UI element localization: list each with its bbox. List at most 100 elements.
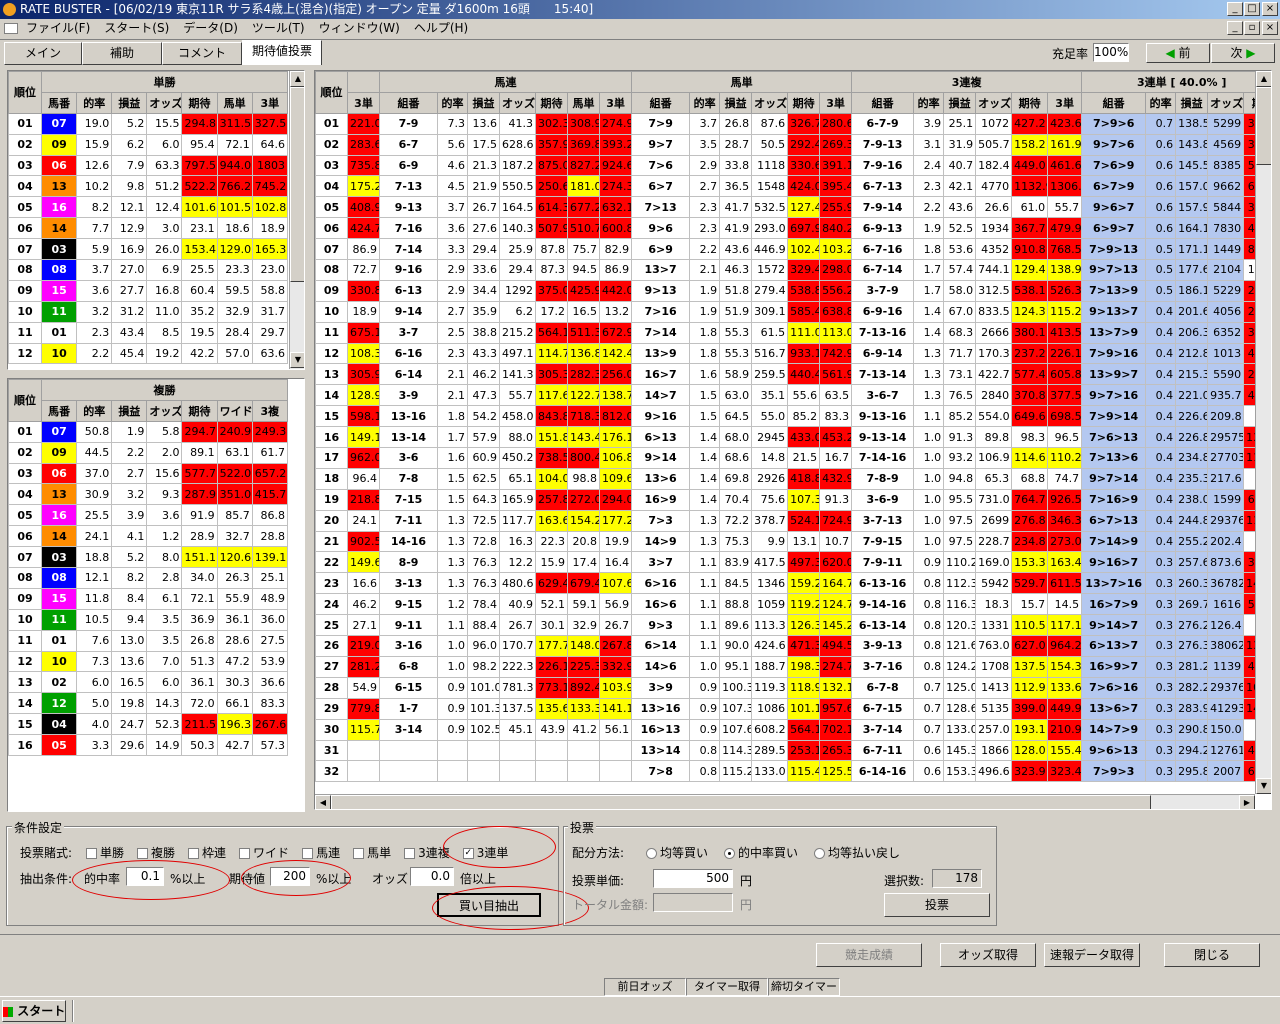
table-row[interactable]: 13 305.9 6-14 2.1 46.2 141.3 305.3 282.3 256.0 16… — [315, 363, 1271, 386]
table-row[interactable]: 18 96.4 7-8 1.5 62.5 65.1 104.0 98.8 109.6 13>6 1.… — [315, 467, 1271, 490]
table-row[interactable]: 02 283.6 6-7 5.6 17.5 628.6 357.9 369.8 393.2 9>7… — [315, 133, 1271, 156]
get-odds-button[interactable]: オッズ取得 — [940, 943, 1036, 967]
table-row[interactable]: 27 281.2 6-8 1.0 98.2 222.3 226.1 225.3 332.9 14>… — [315, 655, 1271, 678]
table-row[interactable]: 01 221.0 7-9 7.3 13.6 41.3 302.3 308.9 274.9 7>9 3… — [315, 112, 1271, 135]
table-row[interactable]: 11 675.1 3-7 2.5 38.8 215.2 564.1 511.3 672.9 7>1… — [315, 321, 1271, 344]
scroll-down-button[interactable]: ▼ — [290, 352, 304, 368]
table-row[interactable]: 12 10 2.2 45.4 19.2 42.2 57.0 63.6 — [8, 342, 289, 365]
close-window-button[interactable]: 閉じる — [1164, 943, 1260, 967]
maximize-button[interactable]: □ — [1244, 2, 1260, 16]
method-radio-0[interactable]: 均等買い — [646, 846, 708, 860]
table-row[interactable]: 09 15 3.6 27.7 16.8 60.4 59.5 58.8 — [8, 279, 289, 302]
table-row[interactable]: 22 149.6 8-9 1.3 76.3 12.2 15.9 17.4 16.4 3>7 1.1 8… — [315, 551, 1271, 574]
table-row[interactable]: 06 424.7 7-16 3.6 27.6 140.3 507.9 510.7 600.8 9>… — [315, 217, 1271, 240]
table-row[interactable]: 07 03 5.9 16.9 26.0 153.4 129.0 165.3 — [8, 238, 289, 261]
main-scroll-thumb[interactable] — [1256, 87, 1271, 165]
table-row[interactable]: 08 72.7 9-16 2.9 33.6 29.4 87.3 94.5 86.9 13>7 2.1… — [315, 259, 1271, 281]
menu-item-2[interactable]: データ(D) — [183, 21, 238, 35]
menu-item-0[interactable]: ファイル(F) — [26, 21, 90, 35]
bet-checkbox-4[interactable]: 馬連 — [302, 846, 340, 860]
table-row[interactable]: 08 08 12.1 8.2 2.8 34.0 26.3 25.1 — [8, 567, 289, 589]
table-row[interactable]: 16 149.1 13-14 1.7 57.9 88.0 151.8 143.4 176.1 6>… — [315, 426, 1271, 449]
table-row[interactable]: 14 128.9 3-9 2.1 47.3 55.7 117.6 122.7 138.7 14>7… — [315, 384, 1271, 407]
table-row[interactable]: 10 18.9 9-14 2.7 35.9 6.2 17.2 16.5 13.2 7>16 1.9 5… — [315, 300, 1271, 323]
table-row[interactable]: 03 06 12.6 7.9 63.3 797.5 944.0 1803 — [8, 154, 289, 177]
table-row[interactable]: 06 14 24.1 4.1 1.2 28.9 32.7 28.8 — [8, 525, 289, 548]
vote-button[interactable]: 投票 — [884, 893, 990, 917]
method-radio-1[interactable]: 的中率買い — [724, 846, 798, 860]
bet-checkbox-0[interactable]: 単勝 — [86, 846, 124, 860]
table-row[interactable]: 07 03 18.8 5.2 8.0 151.1 120.6 139.1 — [8, 546, 289, 569]
table-row[interactable]: 12 10 7.3 13.6 7.0 51.3 47.2 53.9 — [8, 650, 289, 673]
table-row[interactable]: 10 11 3.2 31.2 11.0 35.2 32.9 31.7 — [8, 300, 289, 323]
main-scroll-right-button[interactable]: ▶ — [1239, 795, 1255, 809]
mdi-minimize-button[interactable]: _ — [1227, 21, 1243, 35]
table-row[interactable]: 06 14 7.7 12.9 3.0 23.1 18.6 18.9 — [8, 217, 289, 240]
close-button[interactable]: × — [1262, 2, 1278, 16]
minimize-button[interactable]: _ — [1227, 2, 1243, 16]
table-row[interactable]: 15 598.1 13-16 1.8 54.2 458.0 843.8 718.3 812.0 9… — [315, 405, 1271, 428]
table-row[interactable]: 05 16 8.2 12.1 12.4 101.6 101.5 102.8 — [8, 196, 289, 219]
bet-checkbox-2[interactable]: 枠連 — [188, 846, 226, 860]
menu-item-1[interactable]: スタート(S) — [104, 21, 169, 35]
menu-item-3[interactable]: ツール(T) — [252, 21, 305, 35]
table-row[interactable]: 11 01 2.3 43.4 8.5 19.5 28.4 29.7 — [8, 321, 289, 344]
table-row[interactable]: 09 15 11.8 8.4 6.1 72.1 55.9 48.9 — [8, 587, 289, 610]
table-row[interactable]: 08 08 3.7 27.0 6.9 25.5 23.3 23.0 — [8, 259, 289, 281]
table-row[interactable]: 11 01 7.6 13.0 3.5 26.8 28.6 27.5 — [8, 629, 289, 652]
table-row[interactable]: 29 779.8 1-7 0.9 101.3 137.5 135.6 133.3 141.1 13… — [315, 697, 1271, 720]
table-row[interactable]: 26 219.0 3-16 1.0 96.0 170.7 177.7 148.0 267.8 6>… — [315, 635, 1271, 657]
table-row[interactable]: 07 86.9 7-14 3.3 29.4 25.9 87.8 75.7 82.9 6>9 2.2 4… — [315, 238, 1271, 261]
menu-item-5[interactable]: ヘルプ(H) — [414, 21, 468, 35]
table-row[interactable]: 20 24.1 7-11 1.3 72.5 117.7 163.6 154.2 177.2 7>3… — [315, 509, 1271, 532]
table-row[interactable]: 09 330.8 6-13 2.9 34.4 1292 375.0 425.9 442.0 9>1… — [315, 279, 1271, 302]
scroll-up-button[interactable]: ▲ — [290, 71, 304, 87]
table-row[interactable]: 02 09 15.9 6.2 6.0 95.4 72.1 64.6 — [8, 133, 289, 156]
table-row[interactable]: 21 902.5 14-16 1.3 72.8 16.3 22.3 20.8 19.9 14>9 1… — [315, 530, 1271, 553]
table-row[interactable]: 04 13 30.9 3.2 9.3 287.9 351.0 415.7 — [8, 483, 289, 506]
table-row[interactable]: 04 175.2 7-13 4.5 21.9 550.5 250.6 181.0 274.3 6>… — [315, 175, 1271, 198]
table-row[interactable]: 15 04 4.0 24.7 52.3 211.5 196.3 267.6 — [8, 713, 289, 736]
table-row[interactable]: 01 07 19.0 5.2 15.5 294.8 311.5 327.5 — [8, 112, 289, 135]
fetch-bulletin-button[interactable]: 速報データ取得 — [1044, 943, 1140, 967]
table-row[interactable]: 14 12 5.0 19.8 14.3 72.0 66.1 83.3 — [8, 692, 289, 715]
table-row[interactable]: 01 07 50.8 1.9 5.8 294.7 240.9 249.3 — [8, 420, 289, 443]
odds-input[interactable]: 0.0 — [410, 867, 454, 886]
main-scroll-up-button[interactable]: ▲ — [1256, 71, 1271, 87]
bet-checkbox-3[interactable]: ワイド — [239, 846, 289, 860]
main-scroll-left-button[interactable]: ◀ — [315, 795, 331, 809]
table-row[interactable]: 24 46.2 9-15 1.2 78.4 40.9 52.1 59.1 56.9 16>6 1.1… — [315, 593, 1271, 616]
table-row[interactable]: 30 115.7 3-14 0.9 102.5 45.1 43.9 41.2 56.1 16>13… — [315, 718, 1271, 741]
table-row[interactable]: 28 54.9 6-15 0.9 101.0 781.3 773.1 892.4 103.9 3>… — [315, 676, 1271, 699]
table-row[interactable]: 05 408.9 9-13 3.7 26.7 164.5 614.3 677.2 632.1 7>… — [315, 196, 1271, 219]
tab-expected-vote[interactable]: 期待値投票 — [242, 40, 322, 65]
method-radio-2[interactable]: 均等払い戻し — [814, 846, 900, 860]
table-row[interactable]: 31 13>14 0.8 114.3 289.5 253.1 265.3 6-7-11 0.6 1… — [315, 739, 1271, 762]
mdi-restore-button[interactable]: ▫ — [1244, 21, 1260, 35]
table-row[interactable]: 32 7>8 0.8 115.2 133.0 115.4 125.5 6-14-16 0.6 15… — [315, 760, 1271, 783]
table-row[interactable]: 04 13 10.2 9.8 51.2 522.2 766.2 745.2 — [8, 175, 289, 198]
fill-rate-field[interactable]: 100% — [1093, 43, 1129, 62]
table-row[interactable]: 13 02 6.0 16.5 6.0 36.1 30.3 36.6 — [8, 671, 289, 694]
table-row[interactable]: 19 218.8 7-15 1.5 64.3 165.9 257.8 272.0 294.0 16… — [315, 488, 1271, 511]
bet-checkbox-1[interactable]: 複勝 — [137, 846, 175, 860]
mdi-close-button[interactable]: × — [1262, 21, 1278, 35]
table-row[interactable]: 23 16.6 3-13 1.3 76.3 480.6 629.4 679.4 107.6 6>1… — [315, 572, 1271, 595]
unit-price-input[interactable]: 500 — [653, 869, 733, 888]
table-row[interactable]: 12 108.3 6-16 2.3 43.3 497.1 114.7 136.8 142.4 13… — [315, 342, 1271, 365]
start-button[interactable]: スタート — [2, 1000, 66, 1022]
table-row[interactable]: 02 09 44.5 2.2 2.0 89.1 63.1 61.7 — [8, 441, 289, 464]
tab-comment[interactable]: コメント — [162, 42, 242, 65]
table-row[interactable]: 05 16 25.5 3.9 3.6 91.9 85.7 86.8 — [8, 504, 289, 527]
table-row[interactable]: 03 735.8 6-9 4.6 21.3 187.2 875.0 827.2 924.6 7>6… — [315, 154, 1271, 177]
table-row[interactable]: 25 27.1 9-11 1.1 88.4 26.7 30.1 32.9 26.7 9>3 1.1 8… — [315, 614, 1271, 637]
next-button[interactable]: 次 ▶ — [1211, 43, 1275, 63]
prev-button[interactable]: ◀ 前 — [1146, 43, 1210, 63]
scroll-thumb[interactable] — [290, 87, 304, 282]
table-row[interactable]: 16 05 3.3 29.6 14.9 50.3 42.7 57.3 — [8, 734, 289, 757]
tab-main[interactable]: メイン — [4, 42, 82, 65]
table-row[interactable]: 03 06 37.0 2.7 15.6 577.7 522.0 657.2 — [8, 462, 289, 485]
table-row[interactable]: 10 11 10.5 9.4 3.5 36.9 36.1 36.0 — [8, 608, 289, 631]
main-hscroll-thumb[interactable] — [331, 795, 1151, 809]
bet-checkbox-5[interactable]: 馬単 — [353, 846, 391, 860]
